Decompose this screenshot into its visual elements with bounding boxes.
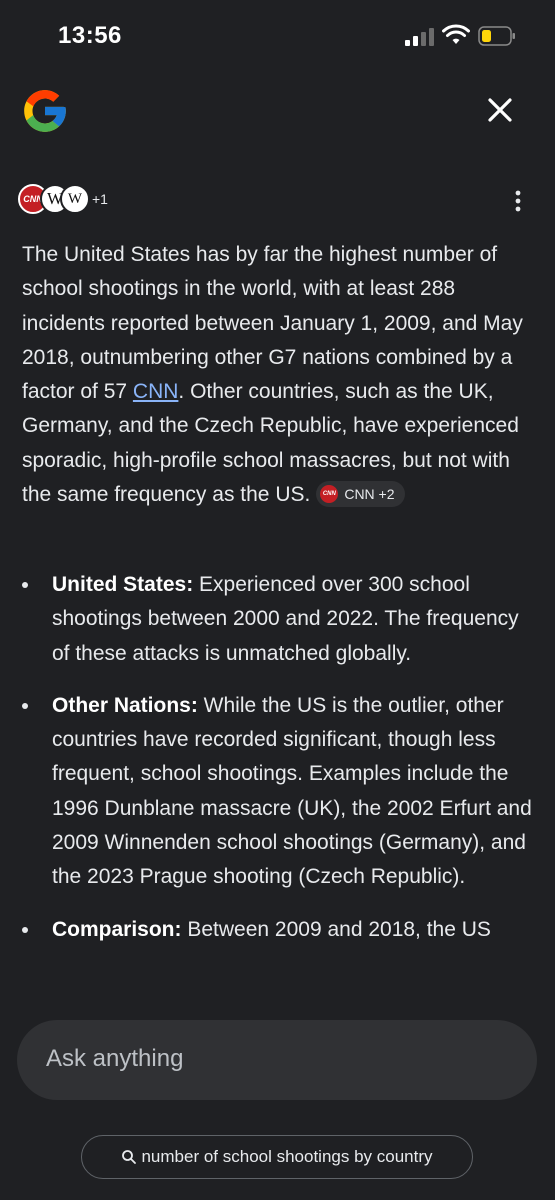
cnn-chip-icon: CNN bbox=[320, 484, 339, 503]
battery-low-icon bbox=[478, 26, 515, 46]
list-item: Other Nations: While the US is the outli… bbox=[22, 689, 537, 895]
bullet-dot bbox=[22, 582, 28, 588]
citation-chip[interactable]: CNN CNN +2 bbox=[316, 480, 405, 507]
wikipedia-source-icon: W bbox=[60, 184, 90, 214]
google-g-logo-icon bbox=[24, 90, 66, 132]
search-icon bbox=[122, 1150, 137, 1164]
answer-text: The United States has by far the highest… bbox=[22, 238, 537, 512]
bullet-text: While the US is the outlier, other count… bbox=[52, 693, 532, 889]
bullet-text: Between 2009 and 2018, the US bbox=[181, 917, 491, 941]
bullet-dot bbox=[22, 702, 28, 709]
list-item: United States: Experienced over 300 scho… bbox=[22, 568, 537, 671]
bullet-title: United States: bbox=[52, 573, 194, 596]
wifi-icon bbox=[442, 24, 470, 44]
bullet-title: Comparison: bbox=[52, 917, 182, 941]
bullet-dot bbox=[22, 926, 28, 933]
status-time: 13:56 bbox=[58, 22, 122, 49]
more-options-icon[interactable] bbox=[506, 188, 530, 214]
ask-placeholder: Ask anything bbox=[46, 1045, 184, 1072]
source-count: +1 bbox=[92, 191, 108, 207]
suggestion-chip[interactable]: number of school shootings by country bbox=[81, 1135, 473, 1179]
source-icons[interactable]: CNN W W +1 bbox=[18, 184, 138, 216]
ask-input[interactable]: Ask anything bbox=[17, 1020, 537, 1100]
bullet-list: United States: Experienced over 300 scho… bbox=[22, 568, 537, 965]
status-bar: 13:56 bbox=[0, 0, 555, 70]
header bbox=[0, 80, 555, 144]
cnn-citation-link[interactable]: CNN bbox=[133, 380, 179, 403]
citation-chip-label: CNN +2 bbox=[344, 485, 395, 502]
close-icon[interactable] bbox=[482, 92, 518, 128]
suggestion-label: number of school shootings by country bbox=[141, 1147, 433, 1166]
bullet-title: Other Nations: bbox=[52, 693, 198, 717]
list-item: Comparison: Between 2009 and 2018, the U… bbox=[22, 913, 537, 947]
cellular-signal-icon bbox=[405, 28, 434, 46]
